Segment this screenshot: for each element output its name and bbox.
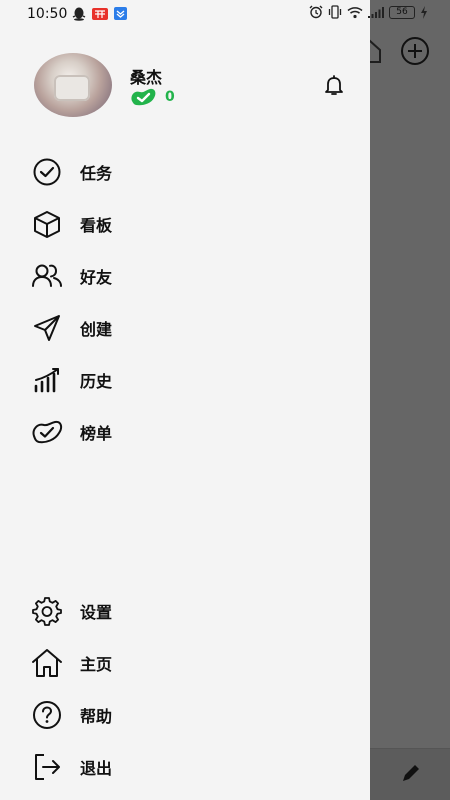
task-check-icon bbox=[31, 156, 63, 188]
menu-item-label: 历史 bbox=[80, 372, 113, 391]
send-icon bbox=[31, 312, 63, 344]
menu-item-label: 看板 bbox=[80, 216, 113, 235]
qq-icon bbox=[72, 6, 86, 21]
battery-icon: 56 bbox=[389, 5, 415, 19]
status-system-icons: 56 bbox=[309, 5, 428, 19]
signal-icon bbox=[368, 6, 384, 19]
status-bar: 10:50 56 bbox=[0, 0, 450, 28]
menu-item-friends[interactable]: 好友 bbox=[0, 250, 370, 302]
cube-icon bbox=[31, 208, 63, 240]
help-icon bbox=[31, 699, 63, 731]
add-icon bbox=[400, 36, 430, 66]
friends-icon bbox=[31, 260, 63, 292]
menu-item-label: 主页 bbox=[80, 655, 113, 674]
bell-icon[interactable] bbox=[323, 74, 345, 96]
menu-item-label: 榜单 bbox=[80, 424, 113, 443]
menu-item-label: 设置 bbox=[80, 603, 113, 622]
pencil-icon bbox=[400, 762, 422, 784]
status-notification-icons bbox=[72, 6, 127, 21]
vibrate-icon bbox=[328, 5, 342, 19]
checkin-count: 0 bbox=[165, 89, 175, 105]
checkin-bean-icon bbox=[129, 87, 157, 107]
menu-item-history[interactable]: 历史 bbox=[0, 354, 370, 406]
menu-item-label: 任务 bbox=[80, 164, 113, 183]
menu-item-board[interactable]: 看板 bbox=[0, 198, 370, 250]
bar-chart-icon bbox=[31, 364, 63, 396]
menu-item-create[interactable]: 创建 bbox=[0, 302, 370, 354]
status-time: 10:50 bbox=[27, 6, 68, 22]
menu-item-home[interactable]: 主页 bbox=[0, 637, 370, 689]
menu-item-tasks[interactable]: 任务 bbox=[0, 146, 370, 198]
menu-item-label: 好友 bbox=[80, 268, 113, 287]
charging-icon bbox=[420, 5, 428, 19]
bean-check-icon bbox=[31, 416, 63, 448]
menu-item-help[interactable]: 帮助 bbox=[0, 689, 370, 741]
wifi-icon bbox=[347, 6, 363, 19]
menu-item-label: 创建 bbox=[80, 320, 113, 339]
gear-icon bbox=[31, 595, 63, 627]
avatar[interactable] bbox=[34, 53, 112, 117]
username: 桑杰 bbox=[130, 68, 163, 87]
logout-icon bbox=[31, 751, 63, 783]
menu-item-settings[interactable]: 设置 bbox=[0, 585, 370, 637]
avatar-photo bbox=[54, 75, 90, 101]
menu-item-label: 退出 bbox=[80, 759, 113, 778]
app-notification-icon bbox=[114, 7, 127, 20]
home-icon bbox=[31, 647, 63, 679]
menu-item-label: 帮助 bbox=[80, 707, 113, 726]
navigation-drawer: 桑杰 0 任务 看板 好友 创建 历史 榜单 设置 主页 帮助 退出 bbox=[0, 0, 370, 800]
menu-item-logout[interactable]: 退出 bbox=[0, 741, 370, 793]
alarm-icon bbox=[309, 5, 323, 19]
postal-icon bbox=[92, 7, 108, 20]
menu-item-ranking[interactable]: 榜单 bbox=[0, 406, 370, 458]
